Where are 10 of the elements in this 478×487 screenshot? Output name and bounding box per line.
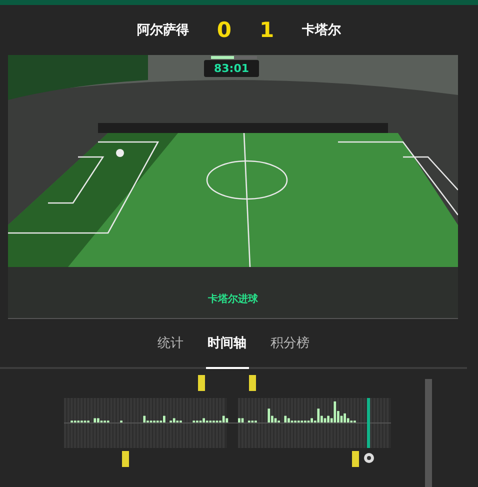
home-score: 0 xyxy=(216,18,232,42)
scrollbar[interactable] xyxy=(425,379,432,487)
event-caption: 卡塔尔进球 xyxy=(208,294,258,305)
tab[interactable]: 积分榜 xyxy=(268,319,312,369)
tab[interactable]: 统计 xyxy=(156,319,186,369)
away-team: 卡塔尔 xyxy=(302,22,342,39)
match-clock: 83:01 xyxy=(204,60,260,77)
tab[interactable]: 时间轴 xyxy=(206,319,248,369)
home-team: 阿尔萨得 xyxy=(136,22,189,39)
away-score: 1 xyxy=(260,18,274,42)
